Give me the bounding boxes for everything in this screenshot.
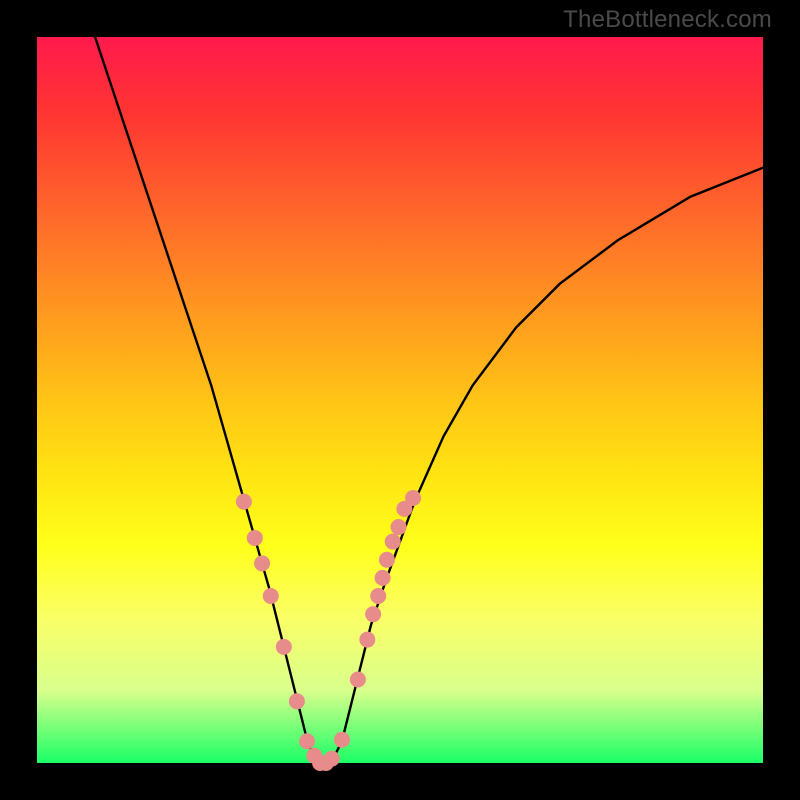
marker-dot	[375, 570, 391, 586]
marker-dot	[289, 693, 305, 709]
marker-dot	[350, 672, 366, 688]
marker-dot	[359, 632, 375, 648]
chart-frame: TheBottleneck.com	[0, 0, 800, 800]
marker-dot	[379, 552, 395, 568]
marker-dot	[370, 588, 386, 604]
marker-dot	[405, 490, 421, 506]
chart-overlay-svg	[37, 37, 763, 763]
marker-dot	[299, 733, 315, 749]
bottleneck-curve	[95, 37, 763, 763]
marker-dot	[324, 751, 340, 767]
marker-dot	[334, 732, 350, 748]
marker-dot	[254, 555, 270, 571]
marker-dot	[385, 534, 401, 550]
marker-dot	[391, 519, 407, 535]
watermark-label: TheBottleneck.com	[563, 6, 772, 34]
marker-dot	[263, 588, 279, 604]
marker-dot	[236, 494, 252, 510]
marker-dot	[247, 530, 263, 546]
highlighted-points-group	[236, 490, 421, 771]
marker-dot	[365, 606, 381, 622]
marker-dot	[276, 639, 292, 655]
